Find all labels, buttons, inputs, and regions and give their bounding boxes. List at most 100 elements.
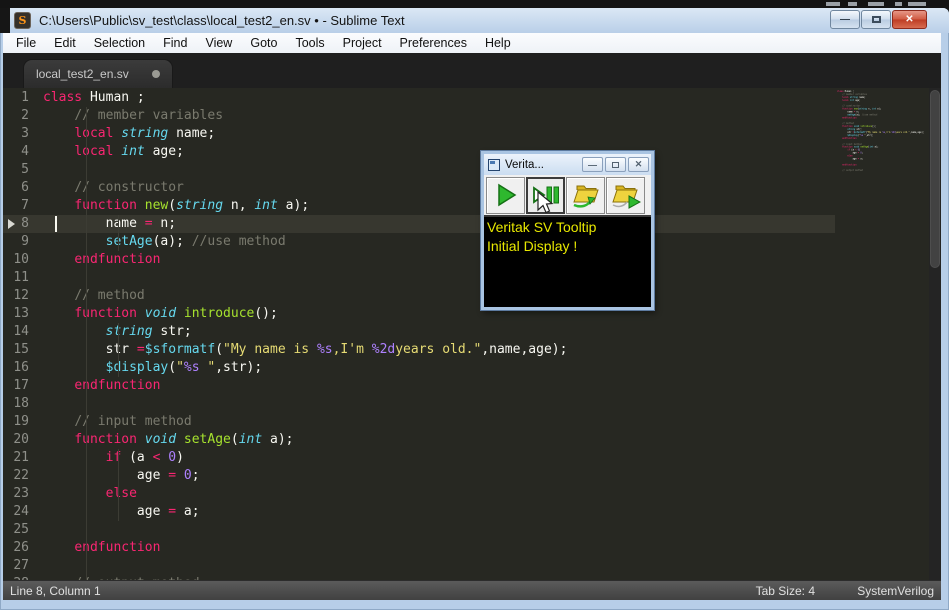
veritak-window[interactable]: Verita... — ✕ Veritak SV Tooltip Initial… [480, 150, 655, 311]
line-number[interactable]: 1 [3, 89, 43, 107]
code-line[interactable]: 26 endfunction [3, 539, 929, 557]
line-number[interactable]: 14 [3, 323, 43, 341]
minimize-button[interactable]: — [830, 10, 860, 29]
line-number[interactable]: 27 [3, 557, 43, 575]
code-line[interactable]: 24 age = a; [3, 503, 929, 521]
line-number[interactable]: 15 [3, 341, 43, 359]
code-line[interactable]: 27 [3, 557, 929, 575]
code-text[interactable]: string str; [43, 323, 929, 341]
code-line[interactable]: 15 str =$sformatf("My name is %s,I'm %2d… [3, 341, 929, 359]
code-line[interactable]: 11 [3, 269, 929, 287]
code-text[interactable]: endfunction [43, 539, 929, 557]
syntax-indicator[interactable]: SystemVerilog [857, 584, 934, 598]
modified-dot-icon[interactable] [152, 70, 160, 78]
code-text[interactable]: function void setAge(int a); [43, 431, 929, 449]
code-line[interactable]: 14 string str; [3, 323, 929, 341]
line-number[interactable]: 17 [3, 377, 43, 395]
code-text[interactable] [43, 521, 929, 539]
line-number[interactable]: 2 [3, 107, 43, 125]
tab-local-test2[interactable]: local_test2_en.sv [23, 59, 173, 88]
menu-item-preferences[interactable]: Preferences [391, 34, 476, 52]
code-text[interactable]: age = 0; [43, 467, 929, 485]
code-line[interactable]: 7 function new(string n, int a); [3, 197, 929, 215]
tab-size-indicator[interactable]: Tab Size: 4 [756, 584, 815, 598]
line-number[interactable]: 3 [3, 125, 43, 143]
code-text[interactable]: age = a; [43, 503, 929, 521]
line-number[interactable]: 6 [3, 179, 43, 197]
line-number[interactable]: 4 [3, 143, 43, 161]
code-text[interactable]: else [43, 485, 929, 503]
run-button[interactable] [486, 176, 525, 214]
code-line[interactable]: 10 endfunction [3, 251, 929, 269]
open-folder-button[interactable] [566, 176, 605, 214]
code-line[interactable]: 2 // member variables [3, 107, 929, 125]
menu-item-file[interactable]: File [7, 34, 45, 52]
code-text[interactable]: if (a < 0) [43, 449, 929, 467]
code-editor[interactable]: 1 class Human ; 2 // member variables 3 loc… [3, 88, 941, 580]
code-line[interactable]: 6 // constructor [3, 179, 929, 197]
line-number[interactable]: 21 [3, 449, 43, 467]
code-line[interactable]: 18 [3, 395, 929, 413]
code-line[interactable]: 23 else [3, 485, 929, 503]
menu-item-project[interactable]: Project [334, 34, 391, 52]
line-number[interactable]: 13 [3, 305, 43, 323]
menu-item-goto[interactable]: Goto [241, 34, 286, 52]
minimap[interactable]: class Human ; // member variables local … [835, 88, 929, 580]
code-text[interactable]: // input method [43, 413, 929, 431]
veritak-minimize-button[interactable]: — [582, 157, 603, 172]
code-line[interactable]: 19 // input method [3, 413, 929, 431]
code-line[interactable]: 4 local int age; [3, 143, 929, 161]
close-button[interactable]: ✕ [892, 10, 927, 29]
menu-item-find[interactable]: Find [154, 34, 196, 52]
maximize-button[interactable] [861, 10, 891, 29]
open-folder-run-button[interactable] [606, 176, 645, 214]
code-line[interactable]: 17 endfunction [3, 377, 929, 395]
veritak-close-button[interactable]: ✕ [628, 157, 649, 172]
code-text[interactable]: local string name; [43, 125, 929, 143]
code-text[interactable]: $display("%s ",str); [43, 359, 929, 377]
code-line[interactable]: 16 $display("%s ",str); [3, 359, 929, 377]
menu-item-help[interactable]: Help [476, 34, 520, 52]
code-text[interactable]: str =$sformatf("My name is %s,I'm %2dyea… [43, 341, 929, 359]
menu-item-selection[interactable]: Selection [85, 34, 154, 52]
line-number[interactable]: 20 [3, 431, 43, 449]
code-line[interactable]: 12 // method [3, 287, 929, 305]
scrollbar[interactable] [929, 88, 941, 580]
code-line[interactable]: 20 function void setAge(int a); [3, 431, 929, 449]
title-bar[interactable]: S C:\Users\Public\sv_test\class\local_te… [0, 8, 949, 33]
veritak-title-bar[interactable]: Verita... — ✕ [484, 154, 651, 175]
line-number[interactable]: 11 [3, 269, 43, 287]
code-text[interactable]: // member variables [43, 107, 929, 125]
menu-item-tools[interactable]: Tools [286, 34, 333, 52]
line-number[interactable]: 26 [3, 539, 43, 557]
code-line[interactable]: 13 function void introduce(); [3, 305, 929, 323]
code-line[interactable]: 9 setAge(a); //use method [3, 233, 929, 251]
code-text[interactable] [43, 395, 929, 413]
line-number[interactable]: 19 [3, 413, 43, 431]
code-text[interactable]: class Human ; [43, 89, 929, 107]
line-number[interactable]: 25 [3, 521, 43, 539]
code-text[interactable]: endfunction [43, 377, 929, 395]
line-number[interactable]: 5 [3, 161, 43, 179]
code-line[interactable]: 8 name = n; [3, 215, 929, 233]
line-number[interactable]: 12 [3, 287, 43, 305]
line-number[interactable]: 18 [3, 395, 43, 413]
line-number[interactable]: 24 [3, 503, 43, 521]
line-number[interactable]: 9 [3, 233, 43, 251]
code-lines[interactable]: 1 class Human ; 2 // member variables 3 loc… [3, 89, 929, 580]
code-line[interactable]: 3 local string name; [3, 125, 929, 143]
veritak-maximize-button[interactable] [605, 157, 626, 172]
code-line[interactable]: 22 age = 0; [3, 467, 929, 485]
code-line[interactable]: 1 class Human ; [3, 89, 929, 107]
menu-item-view[interactable]: View [196, 34, 241, 52]
line-number[interactable]: 22 [3, 467, 43, 485]
line-number[interactable]: 23 [3, 485, 43, 503]
code-line[interactable]: 21 if (a < 0) [3, 449, 929, 467]
code-line[interactable]: 25 [3, 521, 929, 539]
line-number[interactable]: 10 [3, 251, 43, 269]
line-number[interactable]: 7 [3, 197, 43, 215]
scrollbar-thumb[interactable] [930, 90, 940, 268]
code-line[interactable]: 5 [3, 161, 929, 179]
menu-item-edit[interactable]: Edit [45, 34, 85, 52]
code-text[interactable] [43, 557, 929, 575]
